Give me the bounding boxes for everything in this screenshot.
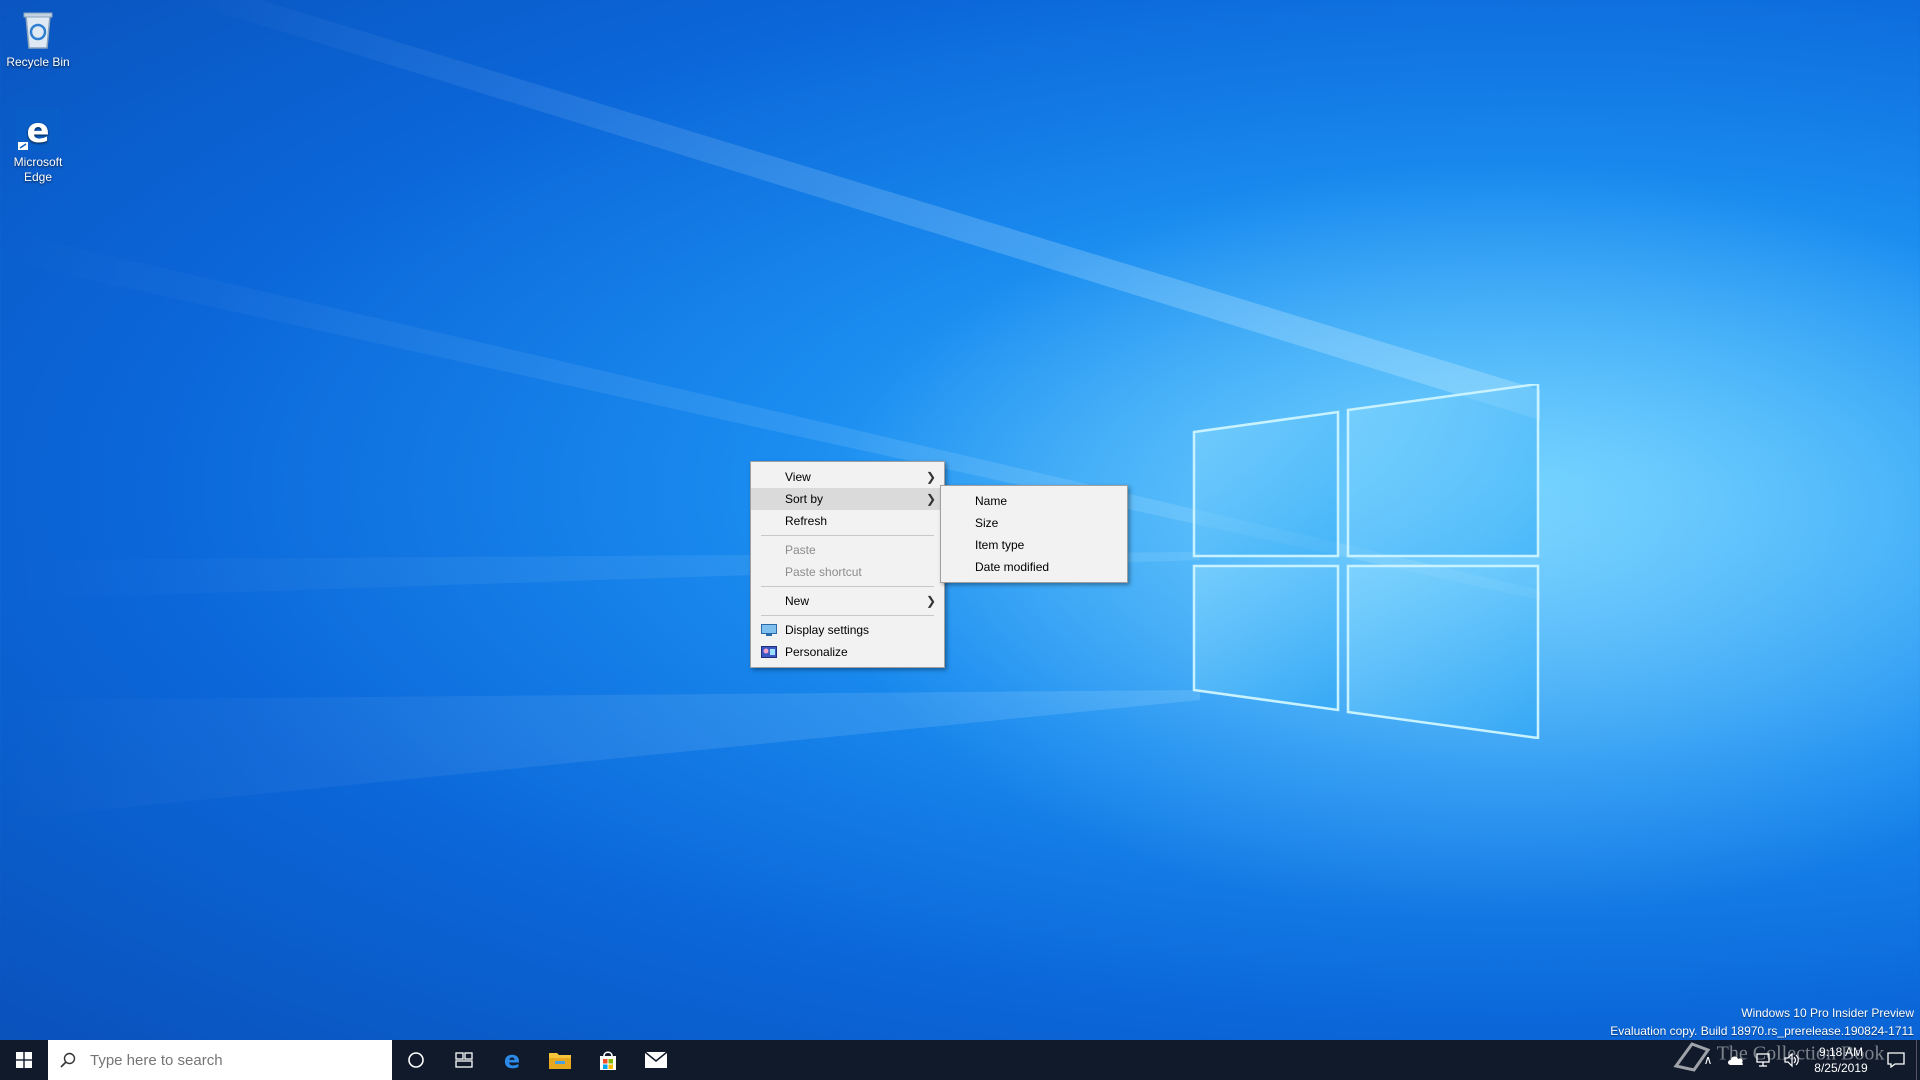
taskbar-file-explorer-button[interactable] <box>536 1040 584 1080</box>
taskbar-mail-button[interactable] <box>632 1040 680 1080</box>
menu-item-personalize[interactable]: Personalize <box>751 641 944 663</box>
notification-icon <box>1887 1052 1905 1068</box>
taskbar-store-button[interactable] <box>584 1040 632 1080</box>
menu-separator <box>761 586 934 587</box>
build-watermark: Windows 10 Pro Insider Preview Evaluatio… <box>1610 1006 1914 1038</box>
menu-item-label: New <box>785 594 810 608</box>
collection-book-text: The Collection Book <box>1716 1042 1885 1065</box>
menu-item-label: Name <box>975 494 1008 508</box>
menu-item-label: Sort by <box>785 492 824 506</box>
file-explorer-icon <box>549 1053 571 1069</box>
svg-text:e: e <box>26 111 49 151</box>
store-icon <box>600 1051 616 1070</box>
menu-separator <box>761 615 934 616</box>
windows-logo-wallpaper <box>1192 384 1540 739</box>
menu-item-refresh[interactable]: Refresh <box>751 510 944 532</box>
submenu-item-size[interactable]: Size <box>941 512 1127 534</box>
search-input[interactable] <box>88 1050 372 1070</box>
desktop-icon-recycle-bin[interactable]: Recycle Bin <box>0 8 76 70</box>
menu-item-paste-shortcut: Paste shortcut <box>751 561 944 583</box>
menu-item-paste: Paste <box>751 539 944 561</box>
sort-by-submenu: Name Size Item type Date modified <box>940 485 1128 583</box>
taskbar-search-box[interactable] <box>48 1040 392 1080</box>
display-settings-icon <box>761 624 777 636</box>
windows-start-icon <box>16 1052 32 1068</box>
menu-item-label: Paste <box>785 543 816 557</box>
menu-item-label: View <box>785 470 811 484</box>
chevron-right-icon: ❯ <box>925 492 936 506</box>
submenu-item-item-type[interactable]: Item type <box>941 534 1127 556</box>
edge-icon: e <box>16 108 60 152</box>
submenu-item-date-modified[interactable]: Date modified <box>941 556 1127 578</box>
desktop-context-menu: View ❯ Sort by ❯ Refresh Paste Paste sho… <box>750 461 945 668</box>
cortana-button[interactable] <box>392 1040 440 1080</box>
menu-item-new[interactable]: New ❯ <box>751 590 944 612</box>
desktop-icon-microsoft-edge[interactable]: e Microsoft Edge <box>0 108 76 185</box>
task-view-button[interactable] <box>440 1040 488 1080</box>
menu-item-display-settings[interactable]: Display settings <box>751 619 944 641</box>
watermark-line-2: Evaluation copy. Build 18970.rs_prerelea… <box>1610 1024 1914 1038</box>
menu-item-label: Item type <box>975 538 1025 552</box>
menu-item-label: Refresh <box>785 514 828 528</box>
menu-item-label: Size <box>975 516 999 530</box>
start-button[interactable] <box>0 1040 48 1080</box>
menu-item-view[interactable]: View ❯ <box>751 466 944 488</box>
recycle-bin-icon <box>16 8 60 52</box>
book-logo-icon <box>1673 1042 1711 1072</box>
taskbar-edge-button[interactable]: e <box>488 1040 536 1080</box>
edge-icon: e <box>504 1048 520 1072</box>
taskbar: e ∧ <box>0 1040 1920 1080</box>
svg-text:e: e <box>504 1048 520 1072</box>
menu-item-label: Date modified <box>975 560 1050 574</box>
menu-item-label: Paste shortcut <box>785 565 862 579</box>
menu-item-sort-by[interactable]: Sort by ❯ <box>751 488 944 510</box>
chevron-right-icon: ❯ <box>925 470 936 484</box>
menu-separator <box>761 535 934 536</box>
personalize-icon <box>761 646 777 658</box>
chevron-right-icon: ❯ <box>925 594 936 608</box>
collection-book-watermark: The Collection Book <box>1672 1038 1884 1072</box>
search-icon <box>60 1052 76 1068</box>
desktop-icon-label: Microsoft Edge <box>13 155 63 184</box>
submenu-item-name[interactable]: Name <box>941 490 1127 512</box>
menu-item-label: Personalize <box>785 645 848 659</box>
desktop-icon-label: Recycle Bin <box>6 55 70 69</box>
mail-icon <box>644 1051 668 1068</box>
task-view-icon <box>455 1052 473 1068</box>
menu-item-label: Display settings <box>785 623 870 637</box>
watermark-line-1: Windows 10 Pro Insider Preview <box>1741 1006 1914 1020</box>
show-desktop-button[interactable] <box>1916 1040 1920 1080</box>
cortana-icon <box>408 1052 424 1068</box>
